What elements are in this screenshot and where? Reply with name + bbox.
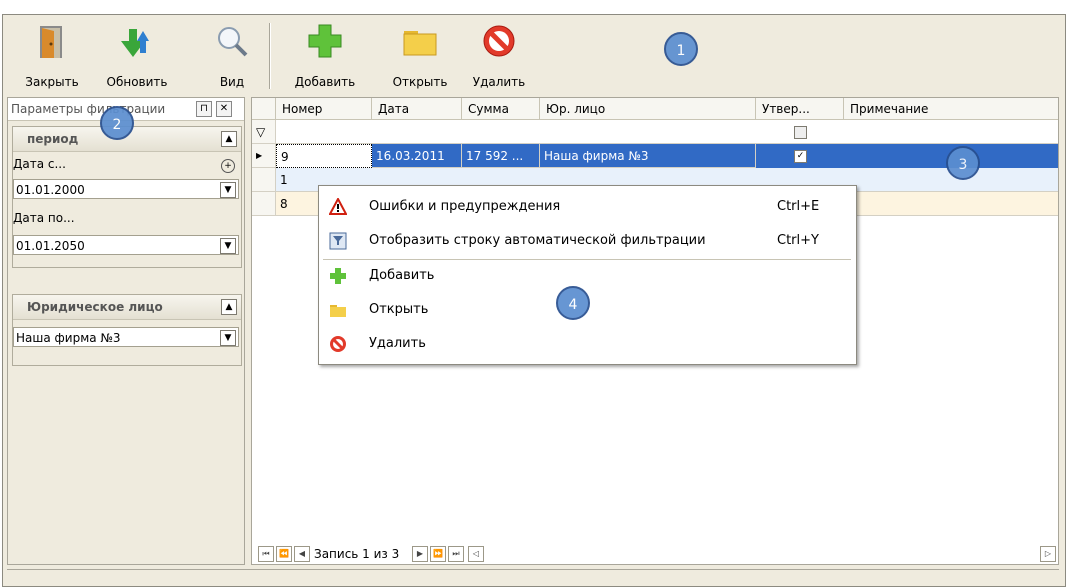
filter-row-icon bbox=[329, 232, 347, 250]
menu-item-label: Добавить bbox=[369, 268, 435, 283]
magnifier-icon bbox=[218, 27, 248, 57]
annotation-badge: 2 bbox=[100, 106, 134, 140]
date-from-value: 01.01.2000 bbox=[16, 183, 85, 197]
toolbar: Закрыть Обновить Вид Добавить Открыть Уд… bbox=[7, 17, 1059, 93]
entity-select[interactable]: Наша фирма №3 ▼ bbox=[13, 327, 239, 347]
scroll-left-icon[interactable]: ◁ bbox=[468, 546, 484, 562]
close-label: Закрыть bbox=[25, 75, 79, 89]
door-icon bbox=[40, 26, 62, 58]
toolbar-separator bbox=[269, 23, 271, 89]
column-header-number[interactable]: Номер bbox=[276, 98, 372, 120]
annotation-badge: 3 bbox=[946, 146, 980, 180]
close-button[interactable]: Закрыть bbox=[17, 17, 87, 93]
chevron-down-icon[interactable]: ▼ bbox=[220, 238, 236, 254]
date-to-field[interactable]: 01.01.2050 ▼ bbox=[13, 235, 239, 255]
approved-filter-checkbox[interactable] bbox=[794, 126, 807, 139]
open-label: Открыть bbox=[392, 75, 448, 89]
refresh-label: Обновить bbox=[106, 75, 168, 89]
status-bar bbox=[7, 569, 1059, 586]
menu-item-label: Открыть bbox=[369, 302, 429, 317]
scroll-right-icon[interactable]: ▷ bbox=[1040, 546, 1056, 562]
column-header-note[interactable]: Примечание bbox=[844, 98, 1058, 120]
chevron-up-icon[interactable]: ▲ bbox=[221, 299, 237, 315]
menu-item-label: Ошибки и предупреждения bbox=[369, 199, 561, 214]
column-header-approved[interactable]: Утвер... bbox=[756, 98, 844, 120]
prev-page-icon[interactable]: ⏪ bbox=[276, 546, 292, 562]
menu-item-shortcut: Ctrl+Y bbox=[777, 233, 819, 248]
menu-item-add[interactable]: Добавить bbox=[319, 261, 854, 291]
filter-panel: Параметры фильтрации ⊓ ✕ период ▲ Дата с… bbox=[7, 97, 245, 565]
add-label: Добавить bbox=[294, 75, 356, 89]
chevron-down-icon[interactable]: ▼ bbox=[220, 182, 236, 198]
period-group: период ▲ Дата с... + 01.01.2000 ▼ Дата п… bbox=[12, 126, 242, 268]
plus-icon bbox=[308, 24, 342, 58]
warning-icon bbox=[329, 198, 347, 215]
folder-icon bbox=[403, 31, 437, 56]
next-record-icon[interactable]: ▶ bbox=[412, 546, 428, 562]
open-folder-icon bbox=[330, 305, 346, 317]
delete-label: Удалить bbox=[472, 75, 526, 89]
cell-entity[interactable]: Наша фирма №3 bbox=[540, 144, 756, 168]
menu-item-errors[interactable]: Ошибки и предупреждения Ctrl+E bbox=[319, 192, 854, 222]
column-header-date[interactable]: Дата bbox=[372, 98, 462, 120]
row-indicator bbox=[252, 168, 276, 192]
record-navigator: ⏮ ⏪ ◀ Запись 1 из 3 ▶ ⏩ ⏭ ◁ ▷ bbox=[252, 544, 1058, 564]
entity-value: Наша фирма №3 bbox=[16, 331, 121, 345]
view-label: Вид bbox=[219, 75, 245, 89]
column-header-entity[interactable]: Юр. лицо bbox=[540, 98, 756, 120]
cell-sum[interactable]: 17 592 ... bbox=[462, 144, 540, 168]
open-button[interactable]: Открыть bbox=[383, 17, 457, 93]
delete-icon bbox=[330, 336, 346, 352]
no-entry-icon bbox=[483, 25, 515, 57]
funnel-icon: ▽ bbox=[252, 120, 276, 144]
record-counter: Запись 1 из 3 bbox=[314, 547, 400, 561]
menu-item-label: Удалить bbox=[369, 336, 426, 351]
add-circle-icon[interactable]: + bbox=[221, 159, 235, 173]
add-button[interactable]: Добавить bbox=[287, 17, 363, 93]
entity-group: Юридическое лицо ▲ Наша фирма №3 ▼ bbox=[12, 294, 242, 366]
annotation-badge: 4 bbox=[556, 286, 590, 320]
chevron-down-icon[interactable]: ▼ bbox=[220, 330, 236, 346]
menu-item-label: Отобразить строку автоматической фильтра… bbox=[369, 233, 706, 248]
column-header-sum[interactable]: Сумма bbox=[462, 98, 540, 120]
date-to-label: Дата по... bbox=[13, 211, 75, 225]
menu-item-delete[interactable]: Удалить bbox=[319, 329, 854, 359]
row-pointer-icon: ▶ bbox=[252, 144, 276, 168]
auto-filter-row[interactable] bbox=[276, 120, 1058, 144]
refresh-button[interactable]: Обновить bbox=[99, 17, 175, 93]
cell-date[interactable]: 16.03.2011 bbox=[372, 144, 462, 168]
add-icon bbox=[330, 268, 346, 284]
menu-item-filter-row[interactable]: Отобразить строку автоматической фильтра… bbox=[319, 226, 854, 256]
cell-number[interactable]: 9 bbox=[276, 144, 372, 168]
refresh-arrows-icon bbox=[121, 29, 149, 57]
chevron-up-icon[interactable]: ▲ bbox=[221, 131, 237, 147]
pin-icon[interactable]: ⊓ bbox=[196, 101, 212, 117]
row-indicator bbox=[252, 192, 276, 216]
delete-button[interactable]: Удалить bbox=[467, 17, 531, 93]
entity-group-header: Юридическое лицо ▲ bbox=[13, 295, 241, 320]
view-button[interactable]: Вид bbox=[207, 17, 257, 93]
entity-group-title: Юридическое лицо bbox=[27, 300, 163, 314]
prev-record-icon[interactable]: ◀ bbox=[294, 546, 310, 562]
annotation-badge: 1 bbox=[664, 32, 698, 66]
menu-item-shortcut: Ctrl+E bbox=[777, 199, 820, 214]
close-icon[interactable]: ✕ bbox=[216, 101, 232, 117]
date-to-value: 01.01.2050 bbox=[16, 239, 85, 253]
filter-panel-title: Параметры фильтрации bbox=[11, 102, 166, 116]
row-indicator-header bbox=[252, 98, 276, 120]
context-menu: Ошибки и предупреждения Ctrl+E Отобразит… bbox=[318, 185, 857, 365]
date-from-field[interactable]: 01.01.2000 ▼ bbox=[13, 179, 239, 199]
last-record-icon[interactable]: ⏭ bbox=[448, 546, 464, 562]
next-page-icon[interactable]: ⏩ bbox=[430, 546, 446, 562]
cropped-heading-banner bbox=[0, 0, 1068, 14]
date-from-label: Дата с... bbox=[13, 157, 66, 171]
menu-separator bbox=[323, 259, 851, 260]
approved-checkbox[interactable]: ✓ bbox=[794, 150, 807, 163]
first-record-icon[interactable]: ⏮ bbox=[258, 546, 274, 562]
period-group-title: период bbox=[27, 132, 79, 146]
